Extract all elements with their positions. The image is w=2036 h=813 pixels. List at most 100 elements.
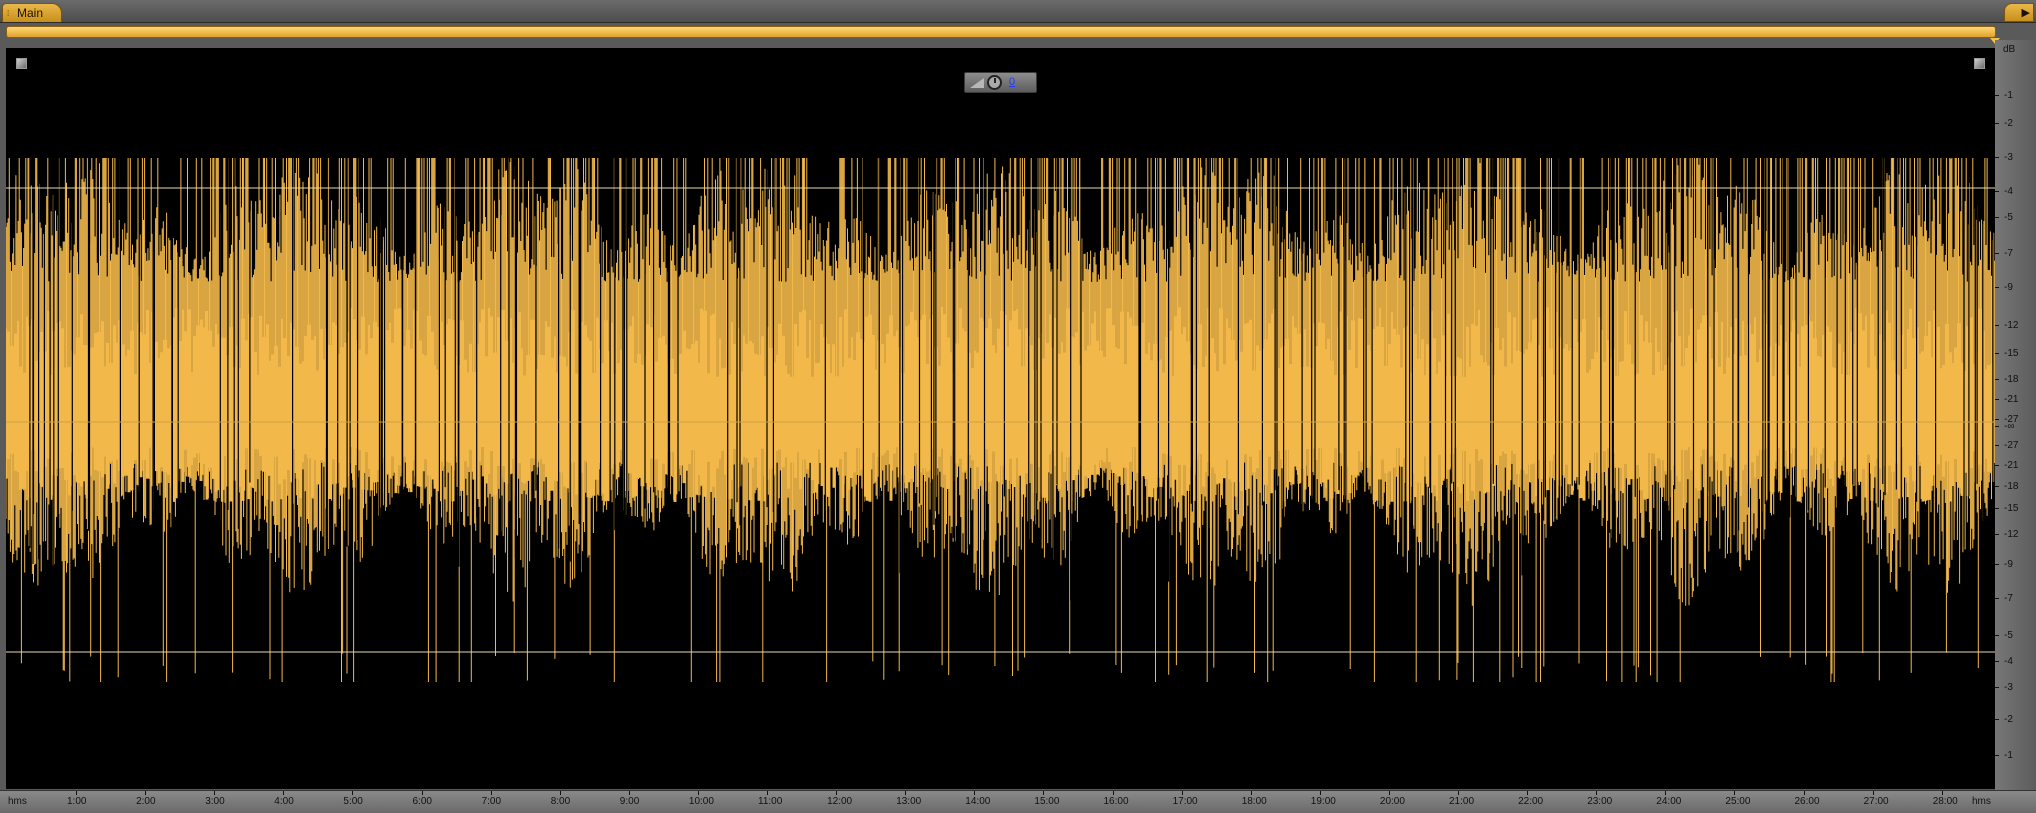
db-tick: [1995, 253, 1999, 254]
time-tick-label: 17:00: [1172, 796, 1198, 807]
db-tick-label: -3: [2004, 152, 2013, 163]
gain-knob-icon[interactable]: [987, 75, 1002, 90]
time-tick: [628, 791, 630, 795]
db-tick-label: -5: [2004, 630, 2013, 641]
time-tick: [905, 791, 907, 795]
db-tick: [1995, 191, 1999, 192]
time-tick: [1941, 791, 1943, 795]
time-tick-label: 5:00: [343, 796, 363, 807]
db-tick-label: -12: [2004, 320, 2019, 331]
db-tick: [1995, 157, 1999, 158]
volume-ramp-icon: [970, 78, 984, 88]
db-tick: [1995, 486, 1999, 487]
db-tick: [1995, 379, 1999, 380]
db-tick: [1995, 419, 1999, 420]
arrow-right-icon: ▶: [2021, 7, 2030, 19]
db-tick-label: -21: [2004, 460, 2019, 471]
time-tick: [1181, 791, 1183, 795]
db-tick: [1995, 564, 1999, 565]
time-tick-label: 8:00: [550, 796, 571, 807]
db-tick-label: -2: [2004, 714, 2013, 725]
time-unit-right: hms: [1972, 796, 1991, 807]
panel-menu-button[interactable]: ▶: [2004, 3, 2034, 22]
amplitude-hud[interactable]: 0: [964, 72, 1037, 93]
time-tick-label: 23:00: [1587, 796, 1613, 807]
tab-main[interactable]: ⁞ Main: [2, 3, 62, 22]
zoom-in-corner-button[interactable]: [1974, 58, 1985, 69]
time-tick: [836, 791, 838, 795]
db-tick: [1995, 426, 1999, 427]
time-tick-label: 11:00: [758, 796, 783, 807]
db-tick-label: -3: [2004, 682, 2013, 693]
db-ruler: dB -1 -2 -3 -4 -5 -7 -9 -12 -15 -18 -21 -27 -∞ -27 -21…: [1995, 40, 2036, 792]
time-tick: [1872, 791, 1874, 795]
time-tick-label: 18:00: [1241, 796, 1267, 807]
db-tick-label: -1: [2004, 750, 2013, 761]
db-tick-label: -9: [2004, 282, 2013, 293]
time-tick: [145, 791, 147, 795]
db-tick: [1995, 661, 1999, 662]
time-tick: [559, 791, 561, 795]
time-tick: [697, 791, 699, 795]
time-tick-label: 16:00: [1103, 796, 1129, 807]
time-tick-label: 21:00: [1449, 796, 1475, 807]
time-tick-label: 9:00: [619, 796, 640, 807]
db-tick-label: -1: [2004, 90, 2013, 101]
time-ruler[interactable]: hms 1:00 2:00 3:00 4:00 5:00 6:00 7:00 8:00 9:00…: [0, 790, 2036, 813]
waveform-display[interactable]: 0: [6, 48, 1995, 789]
db-tick-label: -2: [2004, 118, 2013, 129]
db-tick: [1995, 325, 1999, 326]
time-tick-label: 10:00: [688, 796, 714, 807]
time-tick-label: 4:00: [274, 796, 294, 807]
time-tick: [1112, 791, 1114, 795]
time-tick: [1803, 791, 1805, 795]
db-tick-label: -18: [2004, 374, 2019, 385]
waveform-canvas: [6, 158, 1995, 682]
time-unit-left: hms: [8, 796, 27, 807]
db-tick: [1995, 465, 1999, 466]
time-tick: [1458, 791, 1459, 795]
time-tick: [76, 791, 77, 795]
db-tick-label: -18: [2004, 481, 2019, 492]
db-tick: [1995, 635, 1999, 636]
db-tick: [1995, 445, 1999, 446]
db-tick-label: -∞: [2004, 421, 2015, 432]
time-tick: [283, 791, 285, 795]
gain-value[interactable]: 0: [1009, 76, 1015, 88]
db-tick: [1995, 123, 1999, 124]
zoom-out-corner-button[interactable]: [16, 58, 27, 69]
time-tick-label: 25:00: [1725, 796, 1751, 807]
time-tick: [1527, 791, 1529, 795]
time-tick: [490, 791, 492, 795]
time-tick-label: 22:00: [1518, 796, 1544, 807]
db-unit-label: dB: [2003, 44, 2016, 55]
time-tick: [214, 791, 216, 795]
time-tick: [1319, 791, 1321, 795]
db-tick: [1995, 95, 1999, 96]
tab-main-label: Main: [17, 6, 44, 20]
time-tick-label: 20:00: [1379, 796, 1405, 807]
overview-scrollbar[interactable]: [6, 26, 1996, 38]
time-tick-label: 7:00: [481, 796, 502, 807]
time-tick: [352, 791, 354, 795]
time-tick-label: 13:00: [896, 796, 922, 807]
time-tick-label: 14:00: [965, 796, 991, 807]
time-tick-label: 6:00: [412, 796, 432, 807]
time-tick: [1250, 791, 1252, 795]
db-tick-label: -27: [2004, 440, 2019, 451]
db-tick-label: -5: [2004, 212, 2013, 223]
time-tick: [767, 791, 768, 795]
time-tick: [1388, 791, 1390, 795]
db-tick-label: -21: [2004, 394, 2019, 405]
db-tick-label: -7: [2004, 248, 2013, 259]
time-tick-label: 28:00: [1932, 796, 1958, 807]
time-tick: [1596, 791, 1598, 795]
db-tick: [1995, 598, 1999, 599]
db-tick: [1995, 534, 1999, 535]
db-tick: [1995, 353, 1999, 354]
db-tick-label: -15: [2004, 503, 2019, 514]
db-tick: [1995, 687, 1999, 688]
db-tick-label: -15: [2004, 348, 2019, 359]
time-tick: [1734, 791, 1736, 795]
time-tick-label: 2:00: [136, 796, 156, 807]
